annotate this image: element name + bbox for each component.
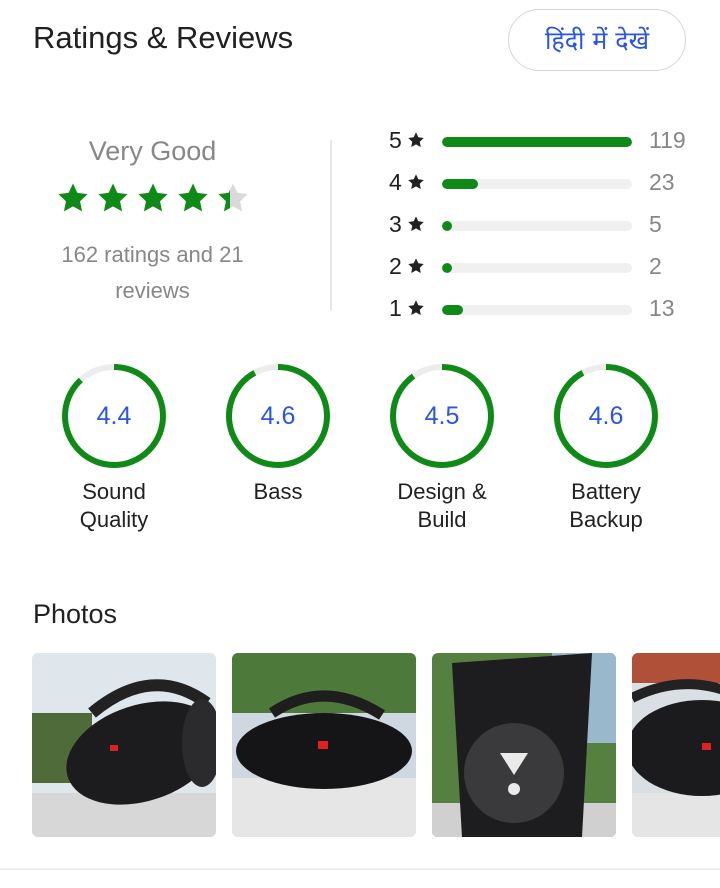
ratings-count: 162 ratings and 21 reviews <box>61 242 244 303</box>
rating-bar-track <box>442 305 632 315</box>
speaker-photo-1 <box>32 653 216 837</box>
aspect-label-line: Quality <box>79 507 149 532</box>
rating-row-stars: 4 <box>389 169 402 195</box>
aspect-label-line: Sound <box>82 479 146 504</box>
rating-row-count: 2 <box>649 253 662 279</box>
aspect-label-line: Build <box>417 507 467 532</box>
aspect-rating[interactable]: 4.4 Sound Quality <box>34 360 194 534</box>
rating-row-count: 5 <box>649 211 662 237</box>
page-title: Ratings & Reviews <box>33 20 294 55</box>
star-icon <box>408 258 424 274</box>
rating-row-stars: 5 <box>389 127 402 153</box>
rating-row-stars: 3 <box>389 211 402 237</box>
aspect-ring: 4.4 <box>58 360 170 472</box>
speaker-photo-3 <box>432 653 616 837</box>
aspect-rating[interactable]: 4.6 Battery Backup <box>526 360 686 534</box>
rating-bar-track <box>442 137 632 147</box>
star-icon <box>57 183 88 212</box>
photo-thumbnail[interactable] <box>32 653 216 837</box>
rating-row-count: 13 <box>649 295 675 321</box>
aspect-label: Sound Quality <box>34 478 194 534</box>
rating-bar-fill <box>442 221 452 231</box>
rating-summary: Very Good 162 ratings and 21 reviews <box>30 130 275 309</box>
aspect-rating[interactable]: 4.5 Design & Build <box>362 360 522 534</box>
aspect-label-line: Backup <box>569 507 643 532</box>
aspect-label: Bass <box>198 478 358 506</box>
star-icon <box>408 300 424 316</box>
rating-row: 5 119 <box>385 122 690 162</box>
aspect-ring: 4.5 <box>386 360 498 472</box>
star-icon <box>177 183 208 212</box>
star-icon <box>97 183 128 212</box>
rating-label: Very Good <box>88 136 217 166</box>
star-icon <box>137 183 168 212</box>
aspect-label: Design & Build <box>362 478 522 534</box>
star-icon <box>408 174 424 190</box>
rating-row: 4 23 <box>385 164 690 204</box>
aspect-rating[interactable]: 4.6 Bass <box>198 360 358 506</box>
star-icon <box>408 216 424 232</box>
aspect-score: 4.4 <box>96 402 132 430</box>
speaker-photo-4 <box>632 653 720 837</box>
rating-bar-track <box>442 221 632 231</box>
rating-bar-fill <box>442 263 452 273</box>
speaker-photo-2 <box>232 653 416 837</box>
rating-bar-fill <box>442 137 632 147</box>
aspect-score: 4.6 <box>588 402 624 430</box>
photo-thumbnail[interactable] <box>632 653 720 837</box>
rating-row: 1 13 <box>385 290 690 330</box>
rating-bar-track <box>442 263 632 273</box>
aspect-label: Battery Backup <box>526 478 686 534</box>
rating-bar-fill <box>442 179 479 189</box>
aspect-label-line: Battery <box>571 479 641 504</box>
photo-thumbnail[interactable] <box>432 653 616 837</box>
rating-stars <box>30 181 275 225</box>
aspect-label-line: Bass <box>253 479 303 504</box>
star-icon <box>408 132 424 148</box>
rating-bar-fill <box>442 305 463 315</box>
summary-divider <box>330 140 332 310</box>
photo-thumbnail[interactable] <box>232 653 416 837</box>
rating-row-count: 23 <box>649 169 675 195</box>
aspect-ring: 4.6 <box>550 360 662 472</box>
photos-heading: Photos <box>33 599 118 629</box>
rating-row-stars: 2 <box>389 253 402 279</box>
view-in-hindi-button[interactable]: हिंदी में देखें <box>508 9 686 71</box>
rating-row-stars: 1 <box>389 295 402 321</box>
aspect-label-line: Design & <box>397 479 487 504</box>
rating-bar-track <box>442 179 632 189</box>
aspect-score: 4.5 <box>424 402 460 430</box>
rating-row: 35 <box>385 206 690 246</box>
star-icon <box>217 183 248 212</box>
section-divider <box>0 868 720 870</box>
aspect-ring: 4.6 <box>222 360 334 472</box>
aspect-score: 4.6 <box>260 402 296 430</box>
rating-row-count: 119 <box>649 127 686 153</box>
rating-row: 22 <box>385 248 690 288</box>
